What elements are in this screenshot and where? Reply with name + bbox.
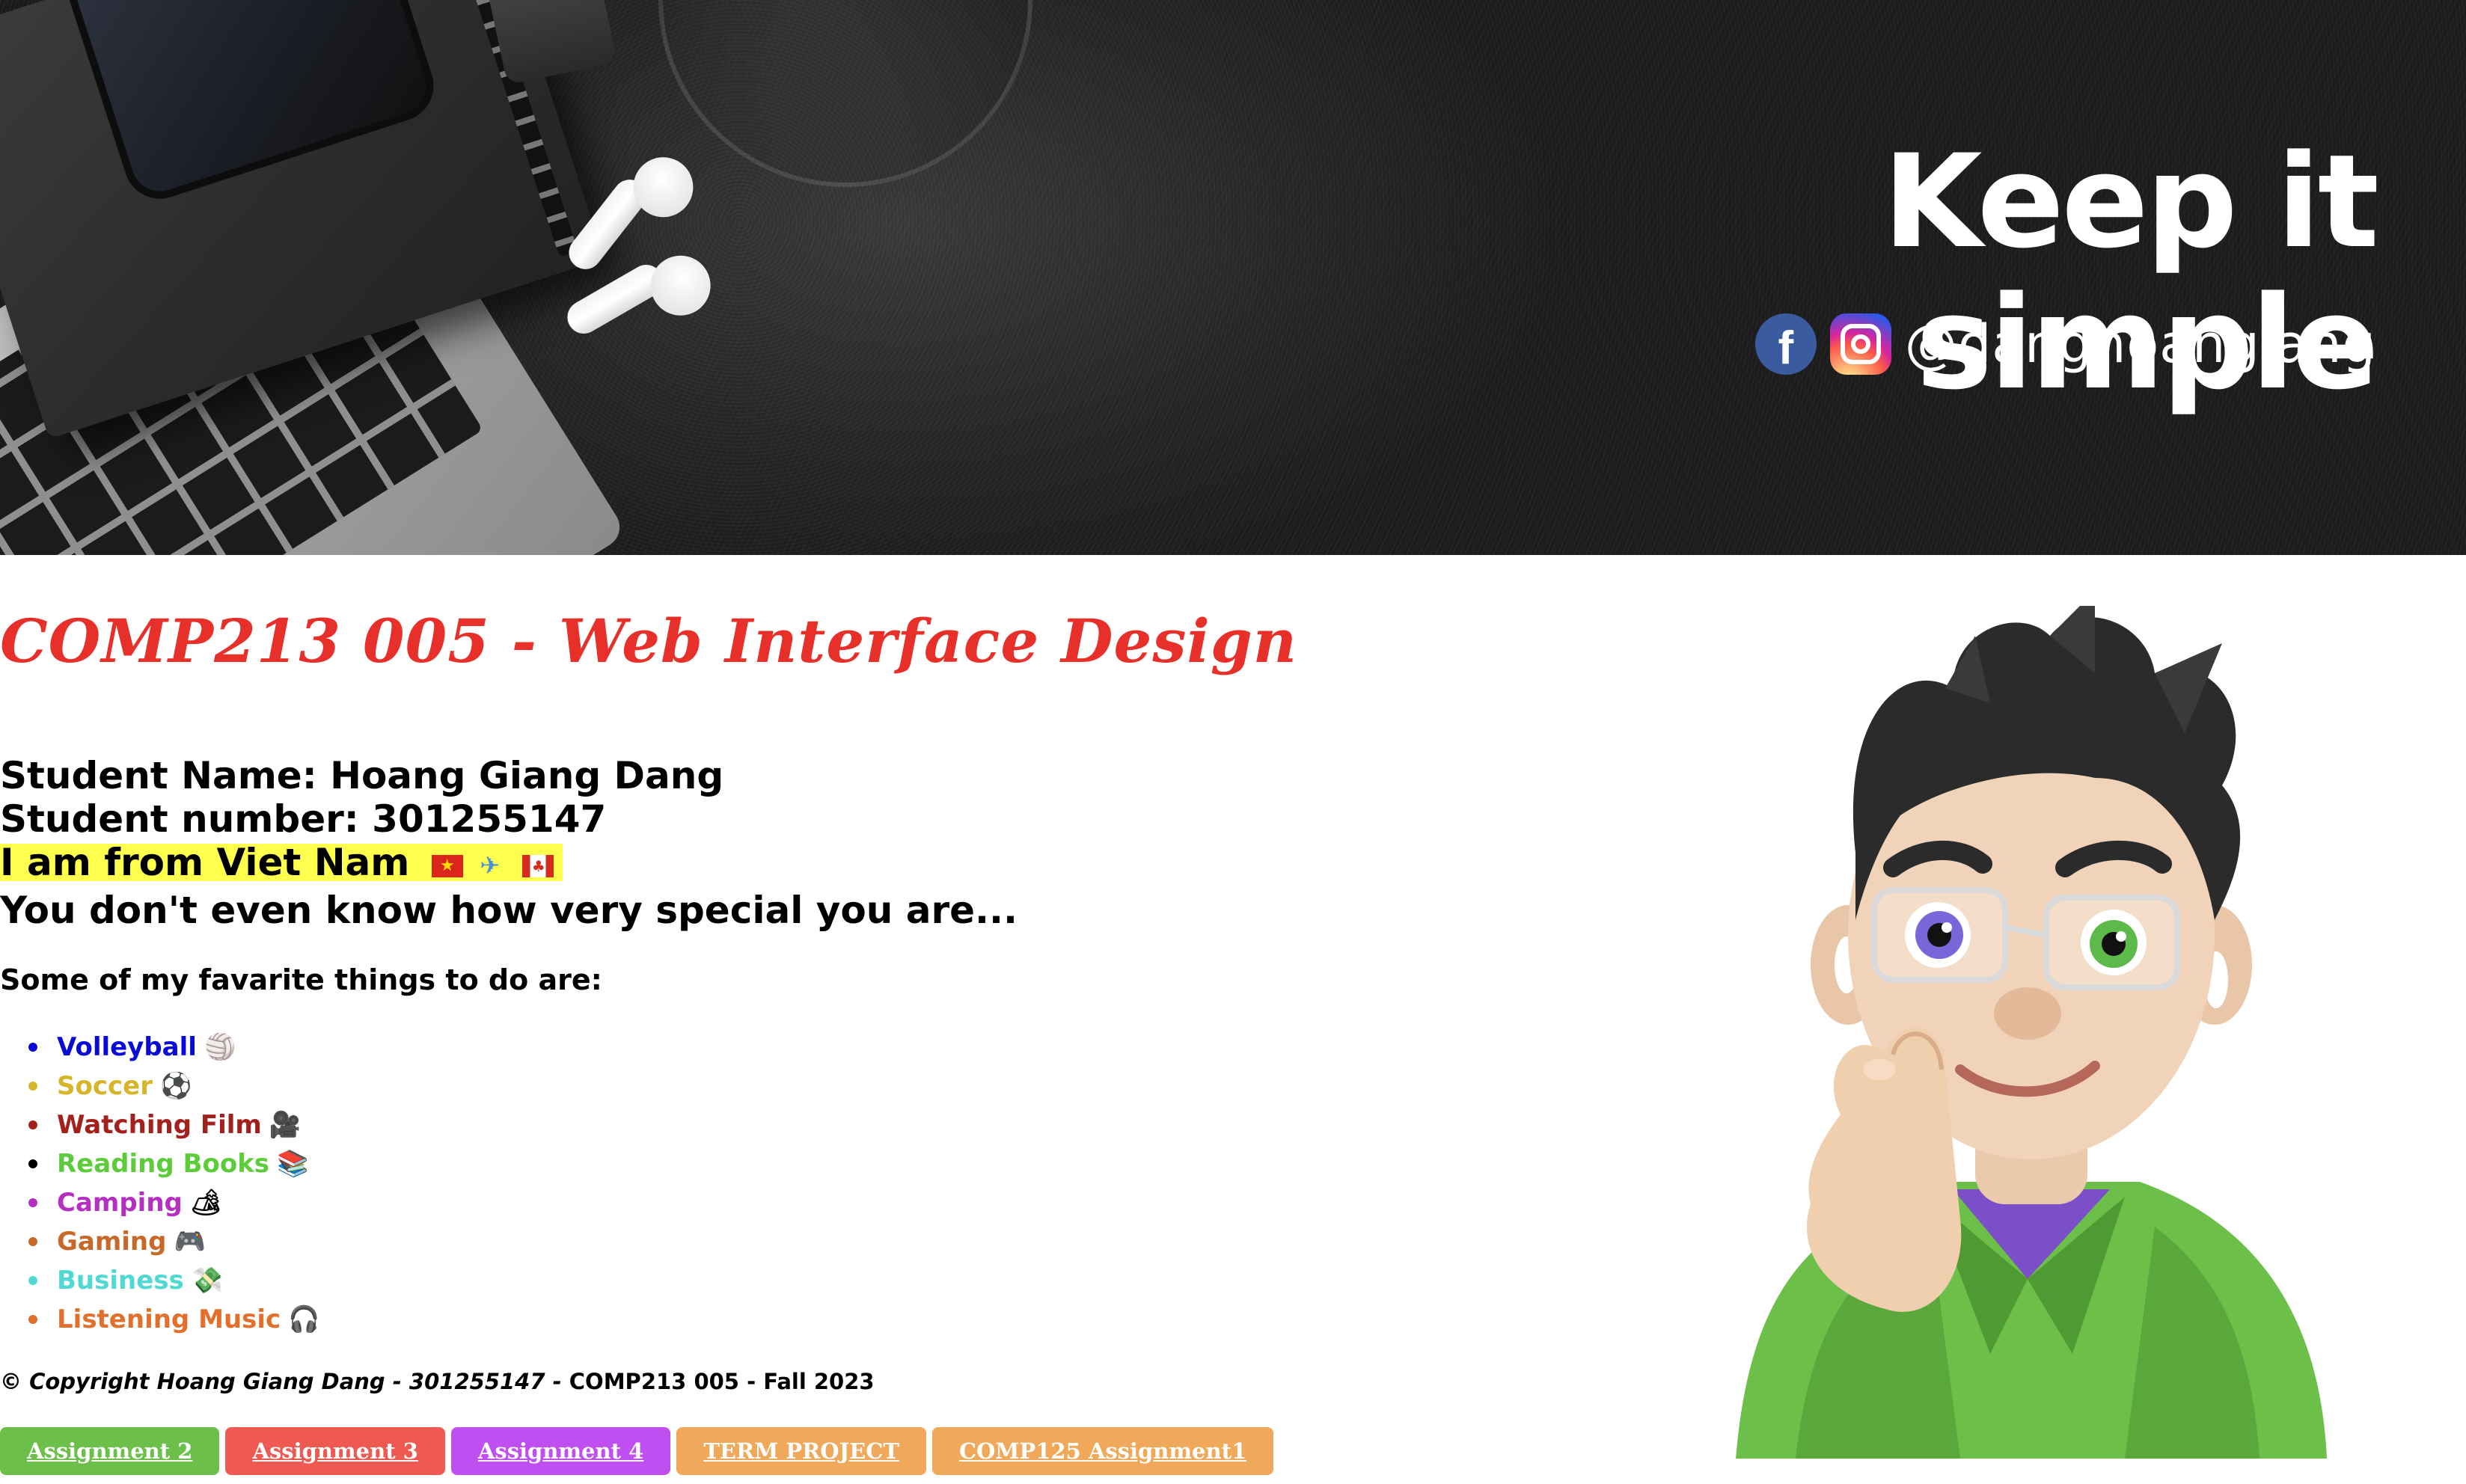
page-title: COMP213 005 - Web Interface Design xyxy=(0,606,1297,676)
bullet-icon xyxy=(28,1082,37,1091)
canada-flag-icon xyxy=(521,854,554,877)
hobby-emoji-icon: 📚 xyxy=(277,1149,309,1179)
nav-buttons: Assignment 2 Assignment 3 Assignment 4 TERM… xyxy=(0,1427,1274,1475)
nav-button-assignment-4[interactable]: Assignment 4 xyxy=(450,1427,671,1475)
student-number: Student number: 301255147 xyxy=(0,797,607,841)
hobby-label: Gaming xyxy=(57,1227,167,1257)
nav-button-term-project[interactable]: TERM PROJECT xyxy=(676,1427,926,1475)
bullet-icon xyxy=(28,1120,37,1129)
copyright-italic: © Copyright Hoang Giang Dang - 301255147… xyxy=(0,1369,562,1394)
bullet-icon xyxy=(28,1198,37,1207)
hobby-item: Volleyball 🏐 xyxy=(28,1031,320,1070)
airplane-icon xyxy=(477,852,508,879)
hobby-emoji-icon: 🏐 xyxy=(204,1032,236,1062)
vietnam-flag-icon xyxy=(431,854,463,877)
hobby-emoji-icon: 💸 xyxy=(191,1266,224,1296)
bullet-icon xyxy=(28,1315,37,1324)
instagram-icon xyxy=(1829,313,1891,375)
hobby-item: Reading Books 📚 xyxy=(28,1147,320,1186)
hobby-label: Reading Books xyxy=(57,1149,270,1179)
header-banner: Keep it simple f @danghoangiang xyxy=(0,0,2466,555)
bullet-icon xyxy=(28,1237,37,1246)
hobby-item: Listening Music 🎧 xyxy=(28,1303,320,1342)
hobby-emoji-icon: 🎧 xyxy=(288,1304,320,1334)
copyright: © Copyright Hoang Giang Dang - 301255147… xyxy=(0,1369,875,1394)
bullet-icon xyxy=(28,1276,37,1285)
nav-button-assignment-2[interactable]: Assignment 2 xyxy=(0,1427,220,1475)
hobby-item: Business 💸 xyxy=(28,1264,320,1303)
origin-flags xyxy=(431,852,558,879)
hobby-list: Volleyball 🏐 Soccer ⚽ Watching Film 🎥 Reading … xyxy=(28,1031,320,1342)
hobby-label: Watching Film xyxy=(57,1110,262,1140)
copyright-plain: COMP213 005 - Fall 2023 xyxy=(561,1369,875,1394)
hobby-label: Volleyball xyxy=(57,1032,197,1062)
hobby-item: Soccer ⚽ xyxy=(28,1070,320,1109)
hobby-label: Soccer xyxy=(57,1071,153,1101)
social-handle: @danghoangiang xyxy=(1904,313,2376,375)
memoji-avatar xyxy=(1736,606,2327,1459)
social-row: f @danghoangiang xyxy=(1754,310,2376,378)
favorites-heading: Some of my favarite things to do are: xyxy=(0,963,602,996)
origin-line: I am from Viet Nam xyxy=(0,844,563,881)
hobby-label: Camping xyxy=(57,1188,183,1218)
hobby-emoji-icon: ⚽ xyxy=(159,1071,192,1101)
hobby-item: Camping 🏕 xyxy=(28,1186,320,1225)
hobby-emoji-icon: 🎥 xyxy=(269,1110,302,1140)
hobby-emoji-icon: 🏕 xyxy=(189,1188,223,1218)
hobby-label: Business xyxy=(57,1266,184,1296)
nav-button-assignment-3[interactable]: Assignment 3 xyxy=(225,1427,445,1475)
hobby-item: Gaming 🎮 xyxy=(28,1225,320,1264)
bullet-icon xyxy=(28,1043,37,1052)
bullet-icon xyxy=(28,1159,37,1168)
hobby-label: Listening Music xyxy=(57,1304,281,1334)
student-name: Student Name: Hoang Giang Dang xyxy=(0,754,724,797)
hobby-emoji-icon: 🎮 xyxy=(174,1227,206,1257)
nav-button-comp125-assignment1[interactable]: COMP125 Assignment1 xyxy=(931,1427,1274,1475)
special-line: You don't even know how very special you… xyxy=(0,889,1018,932)
hobby-item: Watching Film 🎥 xyxy=(28,1109,320,1147)
origin-text: I am from Viet Nam xyxy=(0,841,410,884)
facebook-icon: f xyxy=(1754,313,1817,375)
